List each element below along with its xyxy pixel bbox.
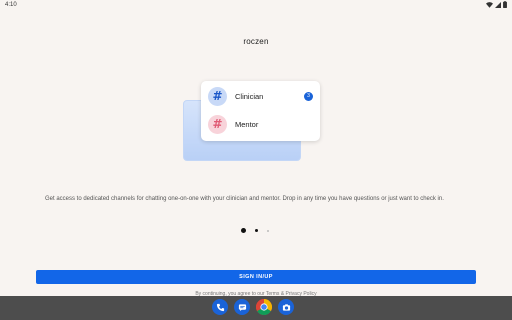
screen: 4:10 roczen # Clinician 3 # Mentor Get a… (0, 0, 512, 320)
phone-icon[interactable] (212, 299, 228, 315)
page-dot-active[interactable] (241, 228, 246, 233)
sign-in-up-button[interactable]: SIGN IN/UP (36, 270, 476, 284)
page-dot[interactable] (254, 229, 258, 232)
cellular-icon (495, 1, 501, 8)
channel-row-clinician: # Clinician 3 (208, 86, 316, 106)
camera-icon[interactable] (278, 299, 294, 315)
page-dot[interactable] (266, 229, 269, 232)
channel-row-mentor: # Mentor (208, 114, 316, 134)
page-indicator (0, 228, 512, 234)
battery-icon (503, 1, 507, 8)
taskbar (0, 296, 512, 320)
channel-label: Mentor (235, 119, 259, 129)
onboarding-description: Get access to dedicated channels for cha… (45, 196, 444, 202)
wifi-icon (486, 1, 493, 8)
app-title: roczen (243, 37, 269, 46)
dock (212, 299, 294, 315)
status-icons (486, 1, 507, 8)
unread-badge: 3 (304, 92, 313, 101)
hashtag-icon: # (208, 86, 227, 106)
hashtag-icon: # (208, 114, 227, 134)
chrome-icon[interactable] (256, 299, 272, 315)
status-bar: 4:10 (0, 0, 512, 11)
illustration-channel-card: # Clinician 3 # Mentor (201, 81, 320, 141)
messages-icon[interactable] (234, 299, 250, 315)
channel-label: Clinician (235, 91, 264, 101)
status-time: 4:10 (5, 2, 17, 8)
